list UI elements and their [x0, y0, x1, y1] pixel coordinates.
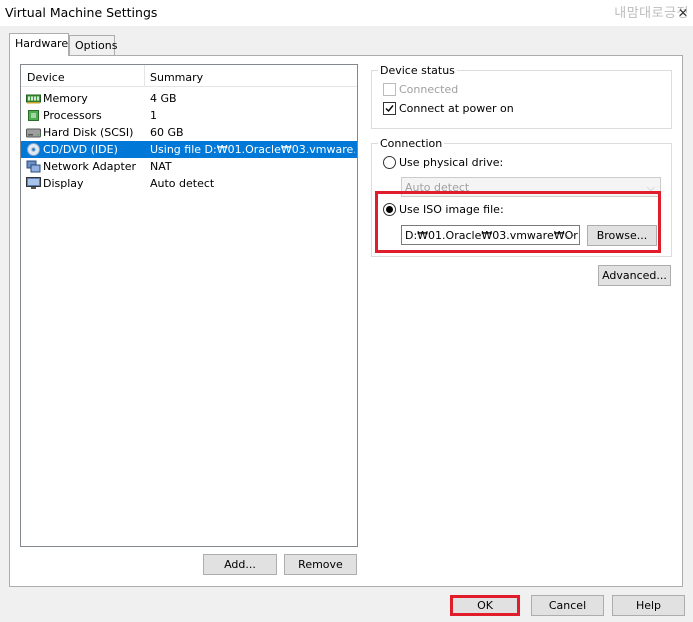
window-title: Virtual Machine Settings — [5, 5, 158, 20]
device-summary: 4 GB — [150, 92, 177, 105]
title-bar: Virtual Machine Settings 내맘대로긍정 ✕ — [0, 0, 693, 26]
list-item-display[interactable]: Display Auto detect — [21, 175, 357, 192]
device-name: Processors — [43, 109, 102, 122]
connect-at-power-on-checkbox[interactable] — [383, 102, 396, 115]
device-summary: 1 — [150, 109, 157, 122]
connection-legend: Connection — [378, 137, 445, 150]
processor-icon — [28, 110, 39, 121]
connect-at-power-on-label: Connect at power on — [399, 102, 514, 115]
memory-icon — [26, 94, 41, 104]
device-name: Network Adapter — [43, 160, 137, 173]
device-status-legend: Device status — [378, 64, 457, 77]
device-list-header: Device Summary — [21, 65, 357, 87]
device-summary: 60 GB — [150, 126, 184, 139]
connected-label: Connected — [399, 83, 459, 96]
advanced-button[interactable]: Advanced... — [598, 265, 671, 286]
list-item-hard-disk[interactable]: Hard Disk (SCSI) 60 GB — [21, 124, 357, 141]
help-button[interactable]: Help — [612, 595, 685, 616]
list-item-cd-dvd[interactable]: CD/DVD (IDE) Using file D:₩01.Oracle₩03.… — [21, 141, 357, 158]
device-summary: Auto detect — [150, 177, 215, 190]
column-header-summary[interactable]: Summary — [150, 71, 203, 84]
add-button[interactable]: Add... — [203, 554, 277, 575]
cancel-button[interactable]: Cancel — [531, 595, 604, 616]
tab-hardware[interactable]: Hardware — [9, 33, 69, 56]
network-adapter-icon — [26, 160, 41, 173]
column-separator[interactable] — [144, 65, 145, 87]
column-header-device[interactable]: Device — [27, 71, 65, 84]
ok-button[interactable]: OK — [450, 595, 520, 616]
device-name: Display — [43, 177, 84, 190]
remove-button[interactable]: Remove — [284, 554, 357, 575]
iso-highlight-box — [375, 191, 661, 253]
cd-dvd-icon — [27, 143, 40, 156]
list-item-memory[interactable]: Memory 4 GB — [21, 90, 357, 107]
connected-checkbox[interactable] — [383, 83, 396, 96]
device-name: Hard Disk (SCSI) — [43, 126, 134, 139]
device-name: CD/DVD (IDE) — [43, 143, 118, 156]
device-summary: NAT — [150, 160, 172, 173]
device-status-group: Device status — [371, 64, 672, 129]
list-item-processors[interactable]: Processors 1 — [21, 107, 357, 124]
use-physical-drive-label: Use physical drive: — [399, 156, 504, 169]
checkmark-icon — [385, 105, 394, 113]
device-list[interactable]: Device Summary Memory 4 GB Processors 1 … — [20, 64, 358, 547]
use-physical-drive-radio[interactable] — [383, 156, 396, 169]
device-name: Memory — [43, 92, 88, 105]
hard-disk-icon — [26, 128, 41, 138]
close-icon[interactable]: ✕ — [678, 6, 688, 20]
display-icon — [26, 177, 41, 189]
tab-options[interactable]: Options — [69, 35, 117, 55]
device-summary: Using file D:₩01.Oracle₩03.vmware… — [150, 143, 355, 156]
list-item-network-adapter[interactable]: Network Adapter NAT — [21, 158, 357, 175]
